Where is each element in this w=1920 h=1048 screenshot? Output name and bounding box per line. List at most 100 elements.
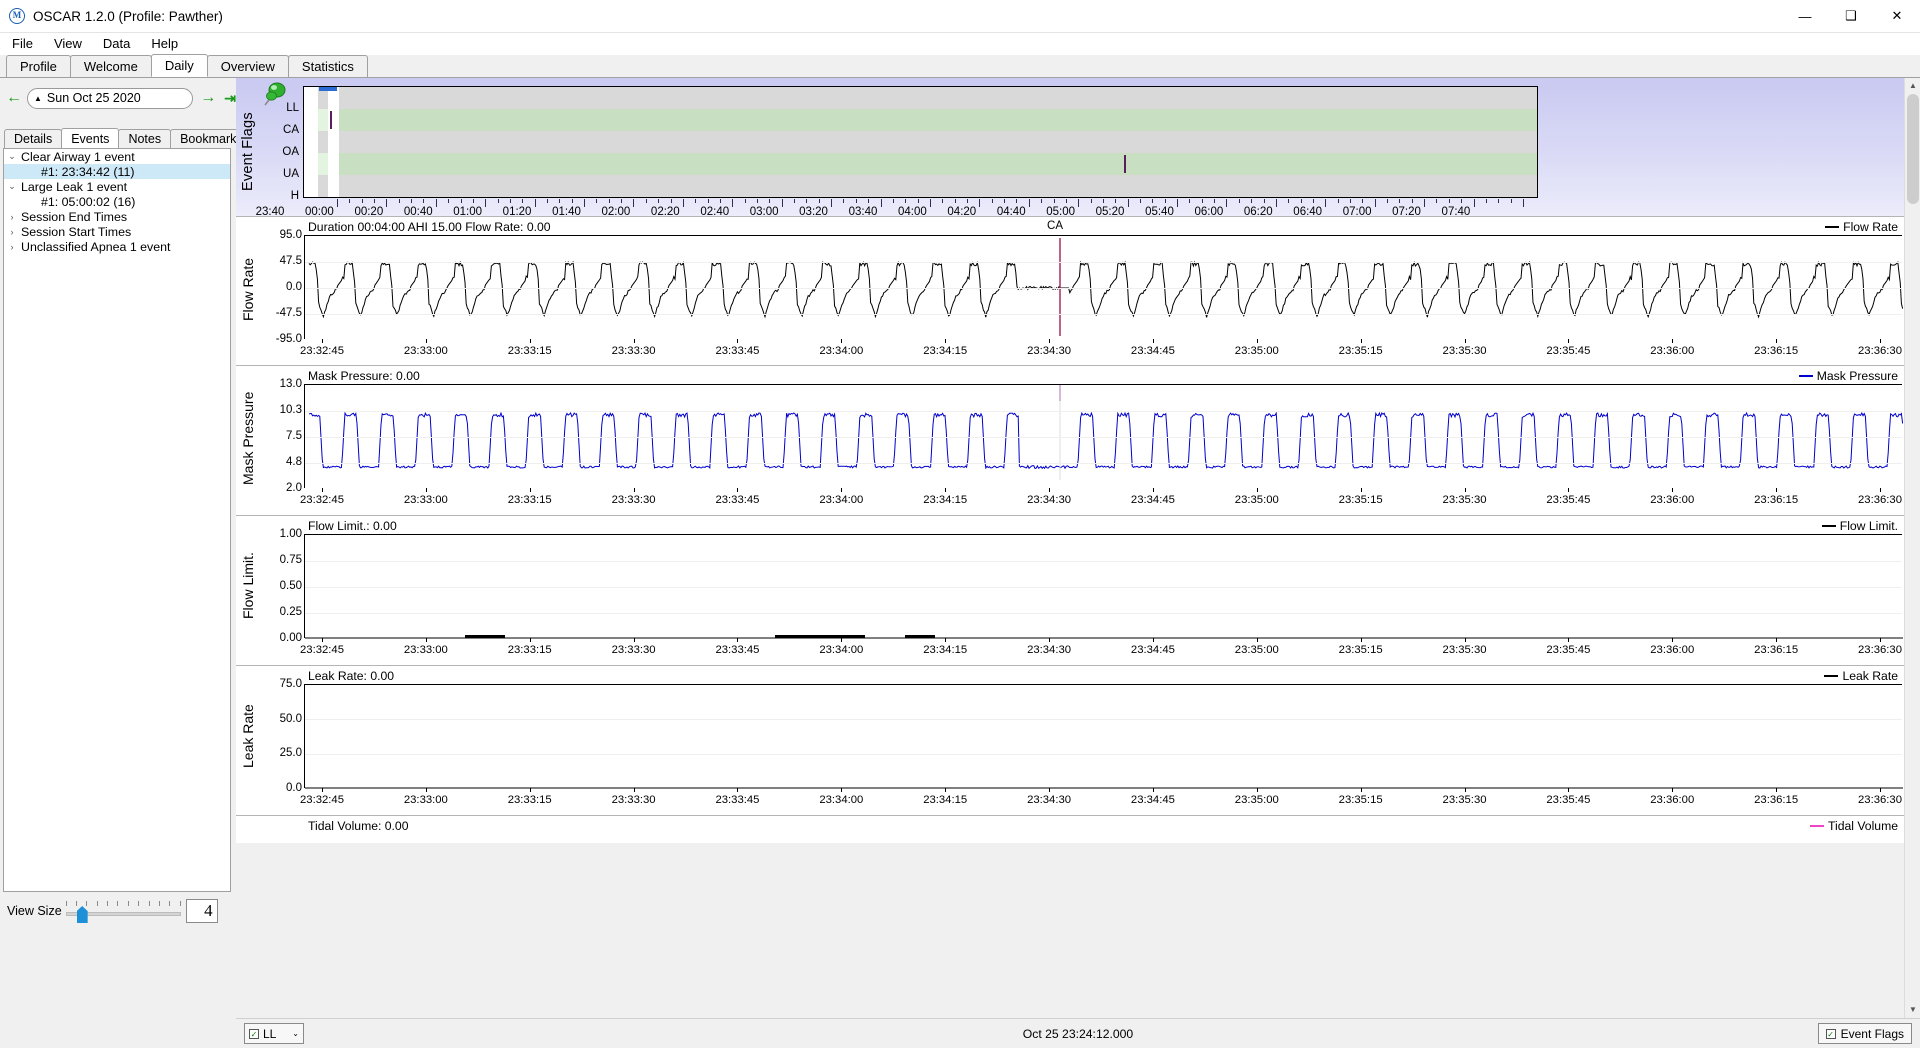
axis-time-label: 23:33:15 (507, 345, 552, 357)
axis-tick (1464, 638, 1466, 642)
axis-time-label: 23:32:45 (300, 345, 344, 357)
chevron-right-icon[interactable]: › (4, 227, 20, 237)
axis-minor-tick (1152, 199, 1154, 203)
axis-minor-tick (1399, 199, 1401, 203)
view-size-control: View Size 4 (3, 896, 231, 926)
axis-time-label: 23:35:00 (1234, 644, 1279, 656)
axis-tick (1256, 488, 1258, 492)
leak-rate-title: Leak Rate: 0.00 (308, 669, 395, 683)
tree-item-session-start-times[interactable]: › Session Start Times (4, 224, 230, 239)
subtab-events[interactable]: Events (61, 128, 120, 148)
session-band-ca (318, 109, 328, 131)
axis-minor-tick (1251, 199, 1253, 203)
axis-minor-tick (1387, 199, 1389, 203)
legend-label: Flow Limit. (1839, 519, 1898, 533)
axis-minor-tick (855, 199, 857, 203)
axis-time-label: 23:35:00 (1234, 345, 1279, 357)
axis-minor-tick (1041, 199, 1043, 203)
chevron-down-icon[interactable]: ⌄ (4, 181, 20, 192)
axis-tick (841, 488, 843, 492)
chevron-right-icon[interactable]: › (4, 242, 20, 252)
axis-time-label: 23:34:15 (923, 644, 968, 656)
date-picker[interactable]: ▲ Sun Oct 25 2020 (27, 87, 194, 109)
flow-rate-title: Duration 00:04:00 AHI 15.00 Flow Rate: 0… (308, 220, 551, 234)
view-size-slider[interactable] (65, 899, 181, 923)
event-marker-ua[interactable] (1124, 155, 1126, 173)
tree-item-large-leak-event-1[interactable]: #1: 05:00:02 (16) (4, 194, 230, 209)
tab-statistics[interactable]: Statistics (287, 55, 368, 77)
tree-item-clear-airway-event-1[interactable]: #1: 23:34:42 (11) (4, 164, 230, 179)
minimize-icon[interactable]: — (1782, 0, 1828, 33)
tree-item-label: #1: 23:34:42 (11) (41, 164, 135, 179)
tab-profile[interactable]: Profile (6, 55, 71, 77)
mask-pressure-x-ticks (304, 488, 1902, 492)
leak-rate-plot[interactable] (304, 684, 1903, 789)
flow-limit-plot[interactable] (304, 534, 1903, 639)
axis-minor-tick (1189, 199, 1191, 203)
flow-limit-title: Flow Limit.: 0.00 (308, 519, 397, 533)
menu-help[interactable]: Help (142, 34, 187, 53)
axis-time-label: 23:32:45 (300, 644, 344, 656)
axis-minor-tick (868, 199, 870, 203)
axis-minor-tick (621, 199, 623, 203)
tree-item-label: Session Start Times (21, 224, 132, 239)
axis-minor-tick (559, 199, 561, 203)
menu-view[interactable]: View (45, 34, 91, 53)
next-day-icon[interactable]: → (200, 90, 216, 106)
event-tree[interactable]: ⌄ Clear Airway 1 event #1: 23:34:42 (11)… (3, 148, 231, 892)
maximize-icon[interactable]: ❑ (1828, 0, 1874, 33)
tree-item-session-end-times[interactable]: › Session End Times (4, 209, 230, 224)
axis-tick (1464, 339, 1466, 343)
chevron-right-icon[interactable]: › (4, 212, 20, 222)
axis-minor-tick (361, 199, 363, 203)
close-icon[interactable]: ✕ (1874, 0, 1920, 33)
event-flags-axis-label: Event Flags (240, 112, 256, 192)
axis-minor-tick (769, 199, 771, 203)
scroll-up-icon[interactable]: ▲ (1905, 78, 1920, 94)
subtab-details[interactable]: Details (4, 129, 63, 148)
tab-overview[interactable]: Overview (206, 55, 289, 77)
view-size-value[interactable]: 4 (185, 899, 218, 923)
axis-time-label: 23:33:45 (715, 794, 760, 806)
flow-rate-plot[interactable]: CA (304, 220, 1903, 339)
axis-tick (1360, 339, 1362, 343)
scrollbar-thumb[interactable] (1907, 94, 1919, 204)
slider-thumb[interactable] (76, 906, 88, 923)
mask-pressure-plot[interactable] (304, 384, 1903, 488)
no-data-gap (328, 87, 339, 197)
axis-time-label: 23:35:00 (1234, 794, 1279, 806)
axis-time-label: 23:33:45 (715, 644, 760, 656)
event-marker-ca[interactable] (330, 111, 332, 129)
axis-tick (1152, 788, 1154, 792)
menu-file[interactable]: File (3, 34, 42, 53)
tab-daily[interactable]: Daily (150, 54, 208, 77)
flow-limit-x-labels: 23:32:45 23:33:00 23:33:15 23:33:30 23:33:45… (300, 644, 1902, 658)
axis-minor-tick (1090, 199, 1092, 203)
mask-pressure-legend: Mask Pressure (1798, 369, 1898, 383)
tree-item-label: Session End Times (21, 209, 128, 224)
event-flags-plot[interactable] (303, 86, 1538, 198)
tree-item-clear-airway[interactable]: ⌄ Clear Airway 1 event (4, 149, 230, 164)
tab-welcome[interactable]: Welcome (69, 55, 152, 77)
axis-time-label: 23:35:30 (1442, 794, 1487, 806)
axis-minor-tick (744, 199, 746, 203)
scroll-down-icon[interactable]: ▼ (1905, 1002, 1920, 1018)
previous-day-icon[interactable]: ← (6, 90, 22, 106)
tree-item-unclassified-apnea[interactable]: › Unclassified Apnea 1 event (4, 239, 230, 254)
axis-time-label: 23:33:00 (403, 494, 448, 506)
last-day-icon[interactable]: ⇥ (224, 91, 236, 105)
axis-time-label: 23:33:45 (715, 345, 760, 357)
chevron-down-icon[interactable]: ⌄ (4, 151, 20, 162)
daily-graphs-area: Event Flags LL CA OA UA H 23:40 00:00 00… (236, 78, 1920, 1018)
vertical-scrollbar[interactable]: ▲ ▼ (1904, 78, 1920, 1018)
event-flags-panel: Event Flags LL CA OA UA H 23:40 00:00 00… (236, 78, 1904, 218)
tree-item-large-leak[interactable]: ⌄ Large Leak 1 event (4, 179, 230, 194)
menu-data[interactable]: Data (94, 34, 139, 53)
axis-tick (841, 339, 843, 343)
axis-minor-tick (670, 199, 672, 203)
y-tick-label: 2.0 (286, 482, 302, 494)
flow-rate-x-labels: 23:32:45 23:33:00 23:33:15 23:33:30 23:33:45… (300, 345, 1902, 359)
axis-minor-tick (843, 199, 845, 203)
menu-bar: File View Data Help (0, 33, 1920, 55)
subtab-notes[interactable]: Notes (118, 129, 172, 148)
